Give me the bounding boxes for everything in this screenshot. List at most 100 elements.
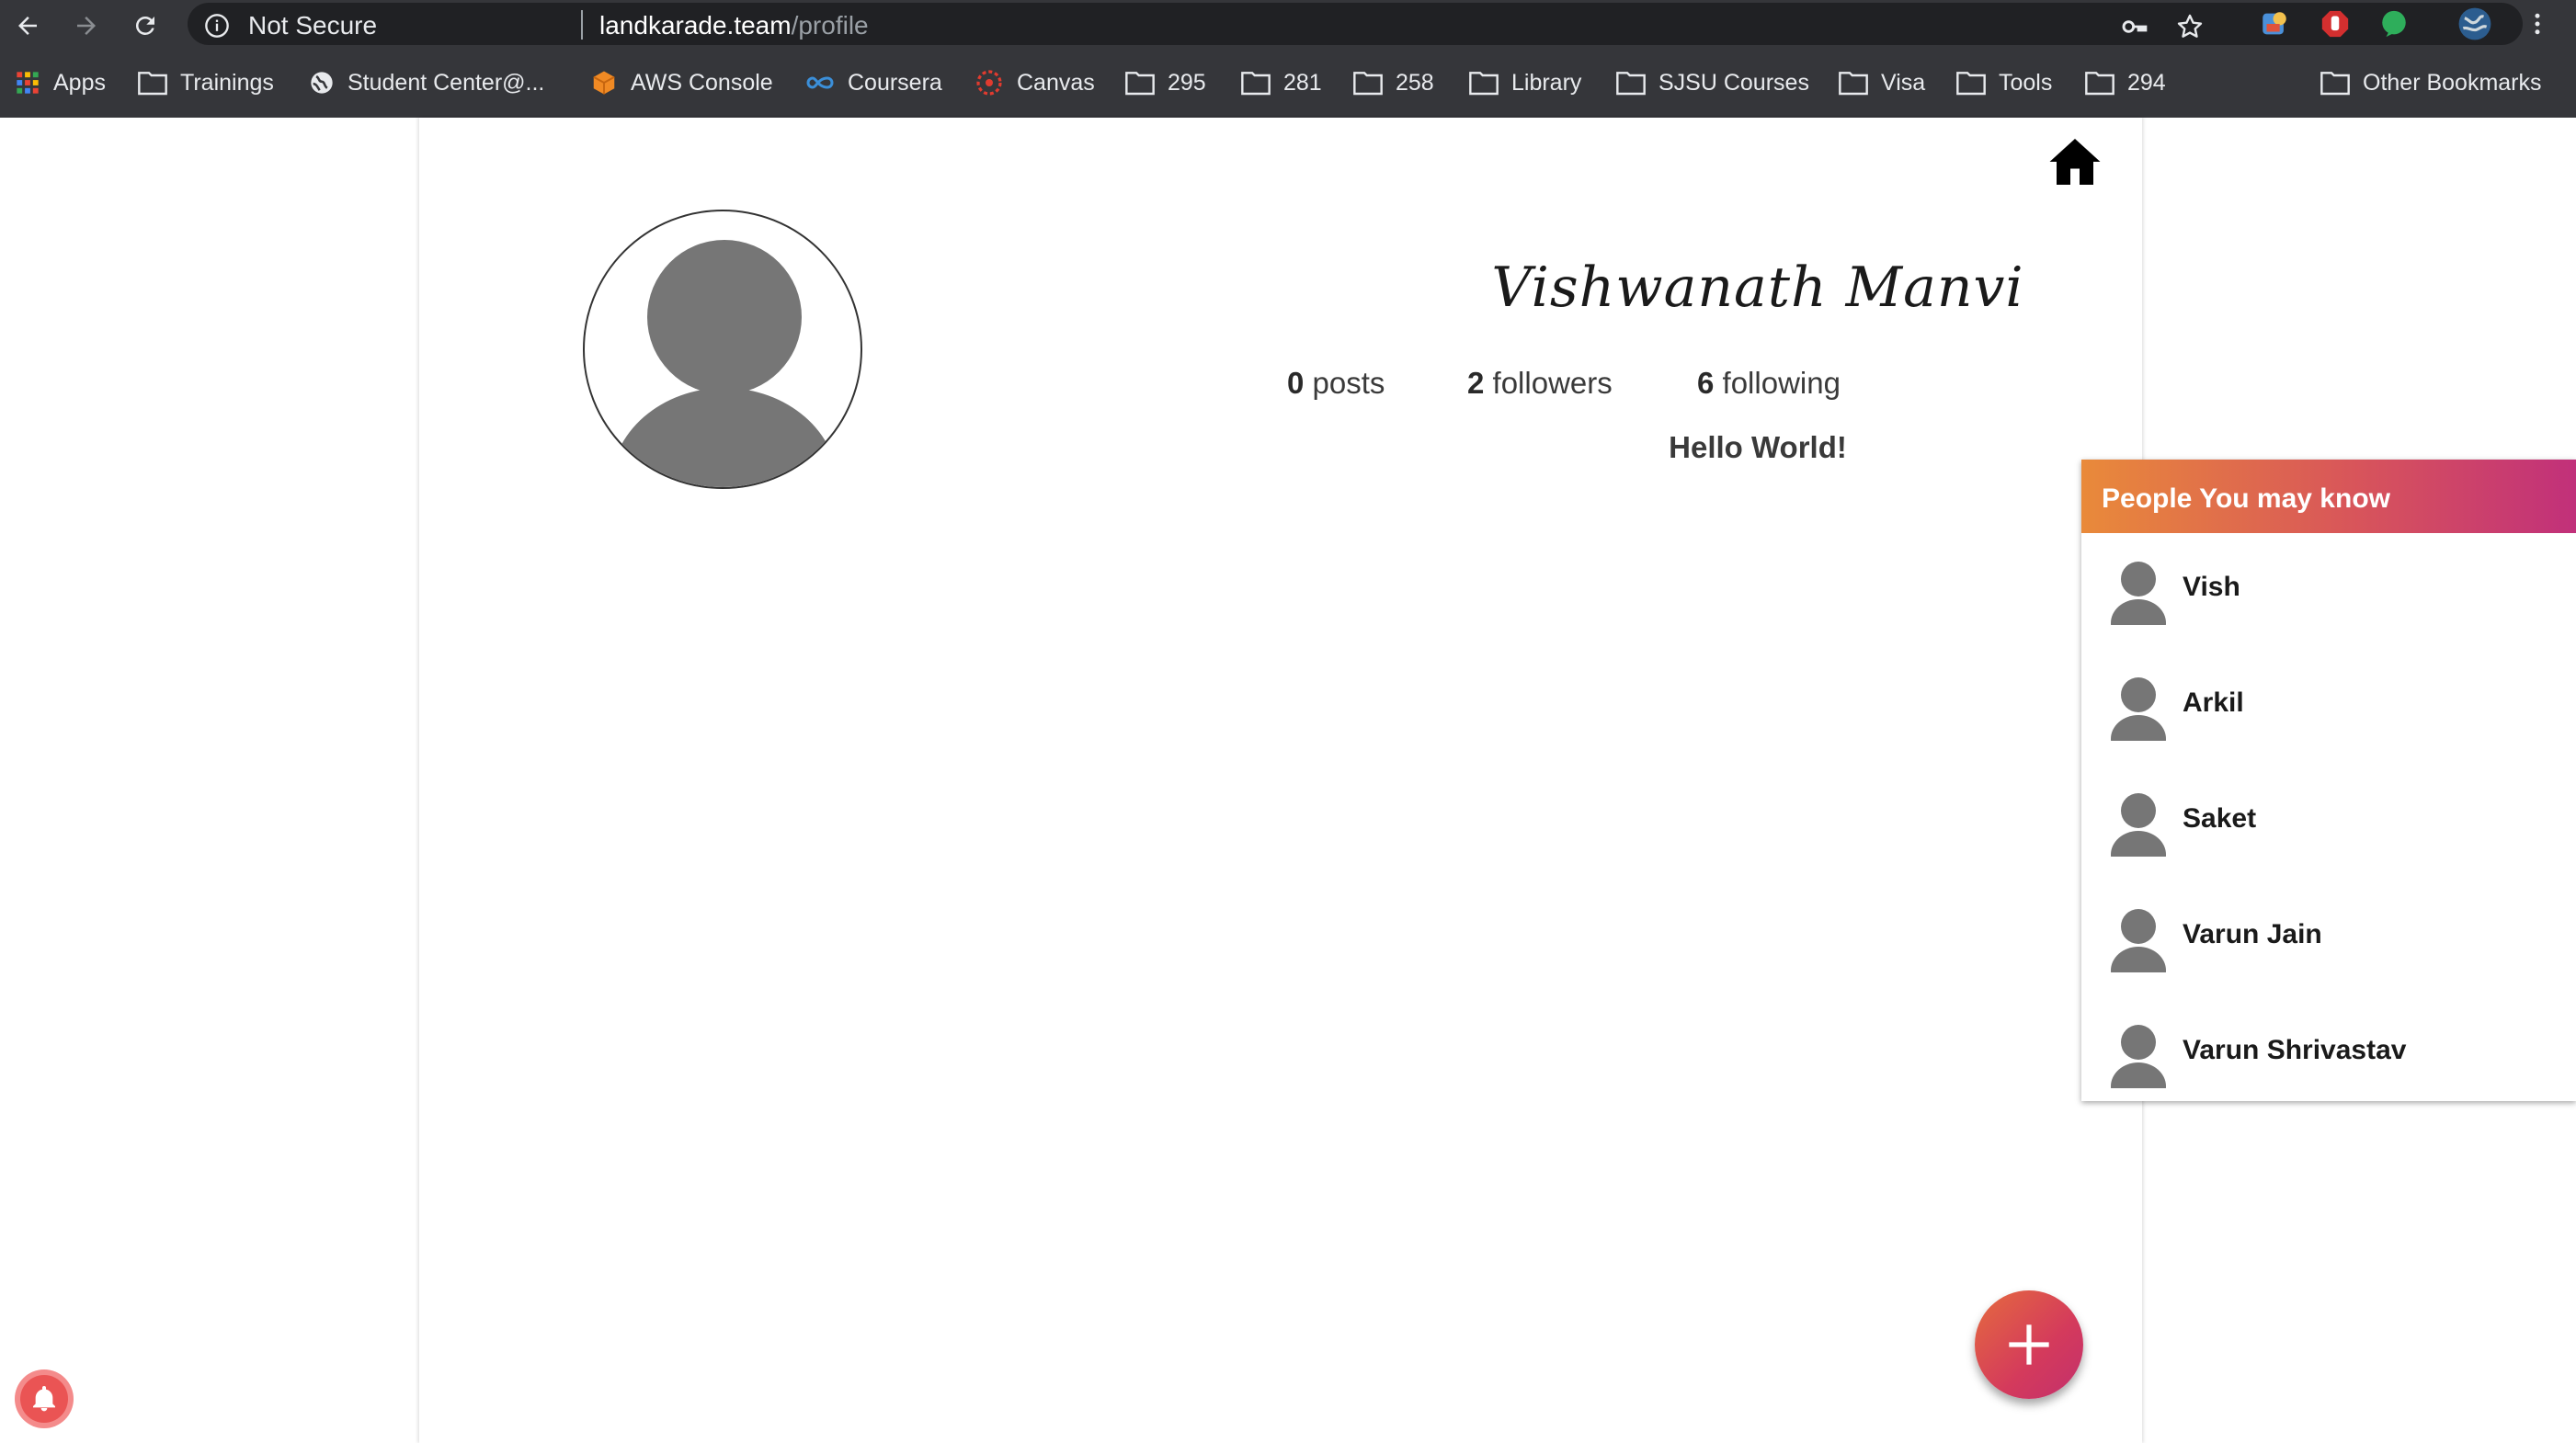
folder-icon — [138, 72, 167, 96]
home-icon[interactable] — [2046, 134, 2103, 189]
bookmark-library[interactable]: Library — [1469, 62, 1581, 103]
person-avatar-icon — [2111, 677, 2166, 741]
folder-icon — [1956, 72, 1986, 96]
notification-button-inner — [20, 1375, 68, 1423]
person-name: Saket — [2183, 803, 2257, 834]
posts-count: 0 — [1287, 366, 1305, 400]
arrow-left-icon — [18, 17, 37, 35]
bookmark-281[interactable]: 281 — [1241, 62, 1322, 103]
person-name: Vish — [2183, 572, 2240, 602]
bookmark-label: 281 — [1283, 69, 1322, 96]
bookmark-label: Library — [1511, 69, 1582, 96]
key-icon — [2122, 20, 2148, 33]
bookmark-label: Other Bookmarks — [2363, 69, 2542, 96]
bookmark-coursera[interactable]: Coursera — [805, 62, 942, 103]
star-icon — [2177, 14, 2203, 38]
green-speech-icon — [2382, 10, 2406, 38]
kebab-menu-icon — [2535, 13, 2540, 35]
back-button[interactable] — [7, 6, 48, 46]
bookmark-label: SJSU Courses — [1658, 69, 1809, 96]
person-item[interactable]: Arkil — [2081, 649, 2576, 765]
address-bar[interactable]: Not Secure landkarade.team/profile — [188, 3, 2523, 45]
bookmark-sjsu-courses[interactable]: SJSU Courses — [1616, 62, 1809, 103]
person-name: Varun Jain — [2183, 919, 2322, 949]
globe-icon — [311, 72, 333, 94]
omnibox-separator — [581, 10, 583, 40]
following-count: 6 — [1697, 366, 1715, 400]
followers-label: followers — [1492, 366, 1613, 400]
add-post-button[interactable] — [1975, 1290, 2083, 1399]
profile-stats: 0 posts 2 followers 6 following — [1269, 366, 1894, 412]
bookmark-tools[interactable]: Tools — [1956, 62, 2052, 103]
following-label: following — [1722, 366, 1841, 400]
person-item[interactable]: Varun Jain — [2081, 881, 2576, 996]
bookmark-aws-console[interactable]: AWS Console — [590, 62, 773, 103]
coursera-infinity-icon — [806, 76, 834, 89]
folder-icon — [2085, 72, 2114, 96]
bookmark-student-center[interactable]: Student Center@... — [309, 62, 544, 103]
bookmark-visa[interactable]: Visa — [1839, 62, 1925, 103]
bookmark-294[interactable]: 294 — [2085, 62, 2166, 103]
bookmark-label: 295 — [1168, 69, 1206, 96]
bookmark-label: 258 — [1396, 69, 1434, 96]
bookmark-other-bookmarks[interactable]: Other Bookmarks — [2320, 62, 2542, 103]
security-label[interactable]: Not Secure — [248, 11, 377, 40]
followers-stat[interactable]: 2 followers — [1467, 366, 1613, 401]
url-path: /profile — [791, 11, 869, 40]
canvas-logo-icon — [976, 70, 1002, 96]
profile-avatar[interactable] — [583, 210, 862, 489]
extension-icon — [2263, 12, 2286, 35]
bookmark-apps[interactable]: Apps — [15, 62, 106, 103]
folder-icon — [1616, 72, 1646, 96]
person-name: Varun Shrivastav — [2183, 1035, 2407, 1065]
posts-stat[interactable]: 0 posts — [1287, 366, 1385, 401]
bookmark-label: Visa — [1881, 69, 1926, 96]
bookmark-label: AWS Console — [631, 69, 773, 96]
bookmark-label: Coursera — [848, 69, 942, 96]
forward-button[interactable] — [66, 6, 107, 46]
folder-icon — [1469, 72, 1499, 96]
adblock-extension-button[interactable] — [2315, 6, 2355, 42]
url-host: landkarade.team — [599, 11, 792, 40]
person-item[interactable]: Varun Shrivastav — [2081, 996, 2576, 1112]
password-key-button[interactable] — [2114, 8, 2155, 45]
bookmark-label: Apps — [53, 69, 106, 96]
people-panel-title: People You may know — [2102, 483, 2390, 514]
person-item[interactable]: Vish — [2081, 533, 2576, 649]
person-avatar-icon — [2111, 909, 2166, 972]
person-avatar-icon — [2111, 1025, 2166, 1088]
browser-toolbar: Not Secure landkarade.team/profile — [0, 0, 2576, 50]
folder-icon — [1241, 72, 1271, 96]
person-silhouette-icon — [610, 240, 838, 487]
browser-menu-button[interactable] — [2517, 6, 2558, 42]
followers-count: 2 — [1467, 366, 1485, 400]
bookmark-label: Tools — [1999, 69, 2053, 96]
bookmark-258[interactable]: 258 — [1353, 62, 1434, 103]
people-you-may-know-panel: People You may know Vish Arkil Saket Var… — [2081, 460, 2576, 1101]
bookmark-trainings[interactable]: Trainings — [138, 62, 274, 103]
person-name: Arkil — [2183, 687, 2244, 718]
bell-icon — [33, 1386, 55, 1412]
folder-icon — [2320, 72, 2350, 96]
apps-grid-icon — [17, 72, 39, 94]
following-stat[interactable]: 6 following — [1697, 366, 1841, 401]
bookmark-295[interactable]: 295 — [1125, 62, 1206, 103]
url-text[interactable]: landkarade.team/profile — [599, 11, 869, 40]
arrow-right-icon — [77, 17, 96, 35]
reload-button[interactable] — [125, 6, 165, 46]
extension-button-3[interactable] — [2374, 6, 2414, 42]
posts-label: posts — [1312, 366, 1385, 400]
person-avatar-icon — [2111, 793, 2166, 857]
bookmark-label: Student Center@... — [348, 69, 545, 96]
bookmark-canvas[interactable]: Canvas — [975, 62, 1095, 103]
person-item[interactable]: Saket — [2081, 765, 2576, 881]
profile-button[interactable] — [2455, 6, 2495, 42]
page-viewport: Vishwanath Manvi 0 posts 2 followers 6 f… — [0, 118, 2576, 1443]
notification-button[interactable] — [15, 1369, 74, 1428]
bookmark-star-button[interactable] — [2170, 8, 2210, 45]
info-icon[interactable] — [204, 13, 230, 39]
extension-button-1[interactable] — [2254, 6, 2295, 42]
aws-cube-icon — [593, 71, 615, 95]
bookmark-label: Trainings — [180, 69, 274, 96]
bookmark-label: Canvas — [1017, 69, 1095, 96]
